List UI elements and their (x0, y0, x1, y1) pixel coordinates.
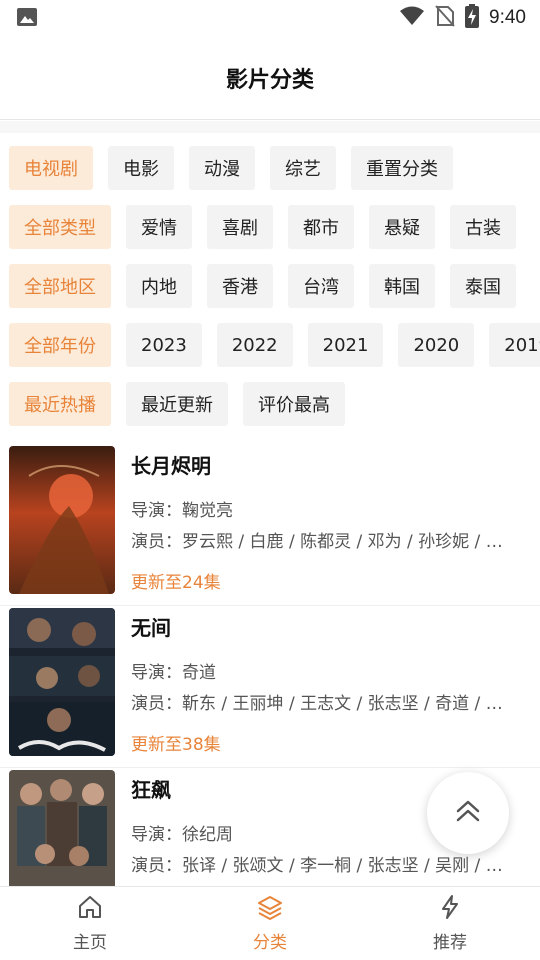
list-item[interactable]: 长月烬明 导演：鞠觉亮 演员：罗云熙 / 白鹿 / 陈都灵 / 邓为 / 孙珍妮… (0, 444, 540, 606)
filter-chip-anime[interactable]: 动漫 (189, 146, 255, 190)
filter-chip-thailand[interactable]: 泰国 (450, 264, 516, 308)
filter-chip-2023[interactable]: 2023 (126, 323, 202, 367)
poster-image[interactable] (9, 446, 115, 594)
double-chevron-up-icon (455, 799, 481, 827)
home-icon (77, 894, 103, 924)
sort-chip-trending[interactable]: 最近热播 (9, 382, 111, 426)
filter-chip-costume[interactable]: 古装 (450, 205, 516, 249)
sort-chip-latest[interactable]: 最近更新 (126, 382, 228, 426)
reset-filter-button[interactable]: 重置分类 (351, 146, 453, 190)
movie-title: 长月烬明 (131, 454, 211, 478)
sort-filter-row: 最近热播 最近更新 评价最高 (9, 382, 345, 426)
wifi-icon (399, 6, 425, 30)
filter-chip-2022[interactable]: 2022 (216, 323, 293, 367)
nav-item-home[interactable]: 主页 (0, 887, 180, 960)
sort-chip-top-rated[interactable]: 评价最高 (243, 382, 345, 426)
poster-image[interactable] (9, 770, 115, 886)
movie-cast: 演员：靳东 / 王丽坤 / 王志文 / 张志坚 / 奇道 / 张晞临 (131, 694, 511, 714)
filter-chip-mainland[interactable]: 内地 (126, 264, 192, 308)
movie-title: 无间 (131, 616, 171, 640)
status-time: 9:40 (489, 7, 526, 28)
movie-director: 导演：鞠觉亮 (131, 501, 233, 521)
filter-chip-variety[interactable]: 综艺 (270, 146, 336, 190)
filter-chip-movie[interactable]: 电影 (108, 146, 174, 190)
no-sim-icon (435, 5, 455, 31)
nav-item-category[interactable]: 分类 (180, 887, 360, 960)
nav-item-recommend[interactable]: 推荐 (360, 887, 540, 960)
filter-chip-all-genres[interactable]: 全部类型 (9, 205, 111, 249)
episode-update-status: 更新至38集 (131, 735, 221, 755)
category-filter-row: 电视剧 电影 动漫 综艺 重置分类 (9, 146, 453, 190)
divider-strip (0, 121, 540, 133)
filter-panel: 电视剧 电影 动漫 综艺 重置分类 全部类型 爱情 喜剧 都市 悬疑 古装 全部… (0, 133, 540, 438)
filter-chip-all-regions[interactable]: 全部地区 (9, 264, 111, 308)
movie-director: 导演：奇道 (131, 663, 216, 683)
region-filter-row: 全部地区 内地 香港 台湾 韩国 泰国 (9, 264, 516, 308)
filter-chip-2021[interactable]: 2021 (307, 323, 384, 367)
battery-icon (465, 4, 480, 32)
filter-chip-2019[interactable]: 2019 (489, 323, 540, 367)
movie-title: 狂飙 (131, 778, 171, 802)
list-item[interactable]: 无间 导演：奇道 演员：靳东 / 王丽坤 / 王志文 / 张志坚 / 奇道 / … (0, 606, 540, 768)
filter-chip-tv-series[interactable]: 电视剧 (9, 146, 93, 190)
title-bar: 影片分类 (0, 36, 540, 120)
lightning-icon (437, 894, 463, 924)
bottom-navigation: 主页 分类 推荐 (0, 886, 540, 960)
status-bar: 9:40 (0, 0, 540, 36)
genre-filter-row: 全部类型 爱情 喜剧 都市 悬疑 古装 (9, 205, 516, 249)
filter-chip-mystery[interactable]: 悬疑 (369, 205, 435, 249)
filter-chip-comedy[interactable]: 喜剧 (207, 205, 273, 249)
movie-cast: 演员：张译 / 张颂文 / 李一桐 / 张志坚 / 吴刚 / 高叶 (131, 856, 511, 876)
filter-chip-all-years[interactable]: 全部年份 (9, 323, 111, 367)
filter-chip-hongkong[interactable]: 香港 (207, 264, 273, 308)
image-notification-icon (17, 8, 37, 26)
filter-chip-taiwan[interactable]: 台湾 (288, 264, 354, 308)
filter-chip-2020[interactable]: 2020 (398, 323, 475, 367)
nav-label: 分类 (253, 933, 287, 953)
nav-label: 主页 (73, 933, 107, 953)
movie-cast: 演员：罗云熙 / 白鹿 / 陈都灵 / 邓为 / 孙珍妮 / 吴宣仪 (131, 532, 511, 552)
movie-director: 导演：徐纪周 (131, 825, 233, 845)
nav-label: 推荐 (433, 933, 467, 953)
layers-icon (257, 894, 283, 924)
page-title: 影片分类 (225, 67, 314, 93)
episode-update-status: 更新至24集 (131, 573, 221, 593)
filter-chip-romance[interactable]: 爱情 (126, 205, 192, 249)
filter-chip-korea[interactable]: 韩国 (369, 264, 435, 308)
filter-chip-urban[interactable]: 都市 (288, 205, 354, 249)
poster-image[interactable] (9, 608, 115, 756)
scroll-to-top-button[interactable] (427, 772, 509, 854)
year-filter-row: 全部年份 2023 2022 2021 2020 2019 (9, 323, 540, 367)
